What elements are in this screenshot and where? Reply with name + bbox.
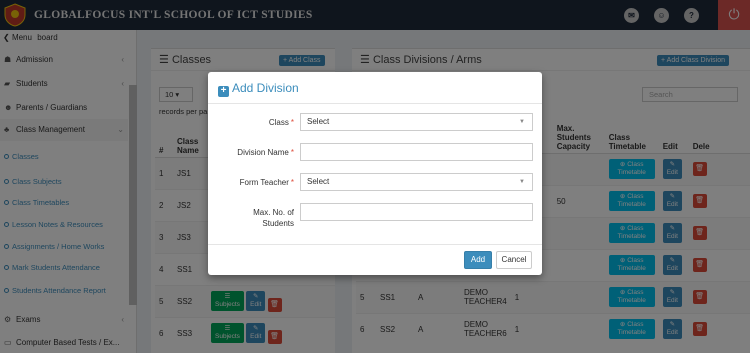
form-teacher-select[interactable]: Select ▼ bbox=[300, 173, 533, 191]
form-teacher-label: Form Teacher * bbox=[239, 178, 294, 187]
division-name-label: Division Name * bbox=[237, 148, 294, 157]
division-name-input[interactable] bbox=[300, 143, 533, 161]
modal-header-divider bbox=[208, 103, 542, 104]
class-label: Class * bbox=[268, 118, 294, 127]
cancel-button[interactable]: Cancel bbox=[496, 251, 532, 269]
plus-square-icon: + bbox=[218, 86, 229, 97]
modal-footer-divider bbox=[208, 244, 542, 245]
modal-title: + Add Division bbox=[218, 81, 299, 97]
caret-down-icon: ▼ bbox=[519, 119, 525, 125]
caret-down-icon: ▼ bbox=[519, 179, 525, 185]
max-students-input[interactable] bbox=[300, 203, 533, 221]
max-students-label: Max. No. of Students bbox=[253, 208, 294, 228]
add-division-modal: + Add Division Class * Select ▼ Division Na… bbox=[208, 72, 542, 275]
add-button[interactable]: Add bbox=[464, 251, 492, 269]
class-select[interactable]: Select ▼ bbox=[300, 113, 533, 131]
